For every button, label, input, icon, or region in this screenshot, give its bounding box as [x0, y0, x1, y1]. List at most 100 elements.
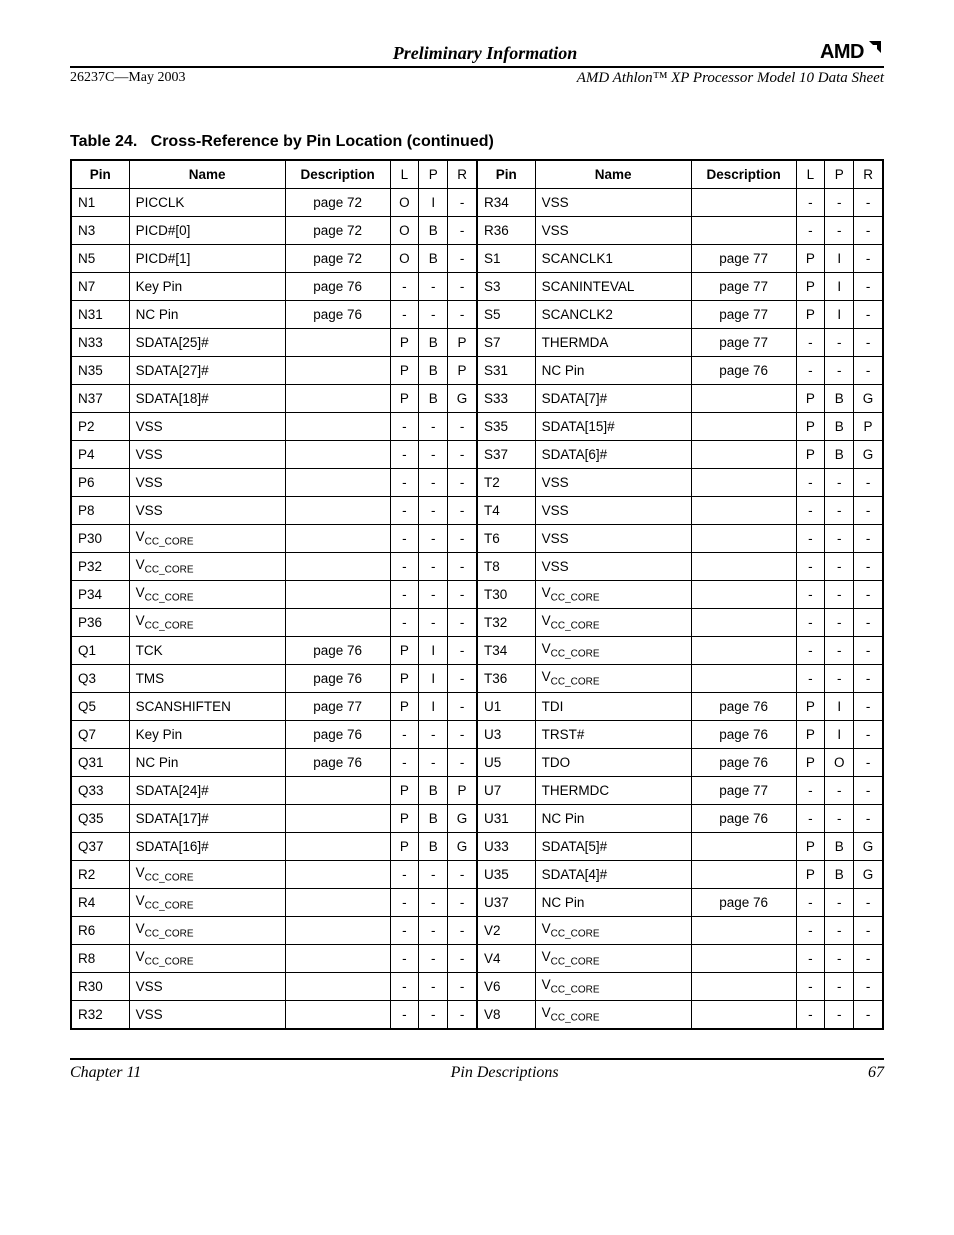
cell-pin: P2 — [72, 413, 130, 441]
cell-l: - — [796, 777, 825, 805]
cell-r: - — [448, 665, 477, 693]
cell-pin: U7 — [478, 777, 536, 805]
cell-p: - — [825, 973, 854, 1001]
cell-desc — [691, 945, 796, 973]
cell-r: - — [448, 301, 477, 329]
table-row: S5SCANCLK2page 77PI- — [478, 301, 883, 329]
cell-r: G — [854, 441, 883, 469]
cell-l: P — [390, 637, 419, 665]
cell-p: - — [825, 917, 854, 945]
cell-p: - — [825, 805, 854, 833]
cell-p: - — [825, 889, 854, 917]
table-row: V6VCC_CORE--- — [478, 973, 883, 1001]
table-row: R6VCC_CORE--- — [72, 917, 477, 945]
cell-desc — [691, 385, 796, 413]
cell-pin: U1 — [478, 693, 536, 721]
cell-r: - — [854, 805, 883, 833]
cell-name: VSS — [535, 497, 691, 525]
table-row: N37SDATA[18]#PBG — [72, 385, 477, 413]
cell-name: PICCLK — [129, 189, 285, 217]
cell-l: P — [796, 861, 825, 889]
cell-name: TDI — [535, 693, 691, 721]
cell-p: - — [419, 553, 448, 581]
cell-p: B — [419, 385, 448, 413]
table-row: Q31NC Pinpage 76--- — [72, 749, 477, 777]
cell-desc — [691, 1001, 796, 1029]
cell-l: - — [390, 413, 419, 441]
cell-desc — [691, 637, 796, 665]
cell-p: I — [419, 637, 448, 665]
cell-pin: Q7 — [72, 721, 130, 749]
table-row: T2VSS--- — [478, 469, 883, 497]
cell-pin: S3 — [478, 273, 536, 301]
cell-p: B — [825, 413, 854, 441]
table-row: P36VCC_CORE--- — [72, 609, 477, 637]
cell-name: VSS — [535, 553, 691, 581]
cell-name: TDO — [535, 749, 691, 777]
table-row: R8VCC_CORE--- — [72, 945, 477, 973]
cell-l: O — [390, 189, 419, 217]
table-row: P30VCC_CORE--- — [72, 525, 477, 553]
cell-pin: R30 — [72, 973, 130, 1001]
cell-l: P — [796, 833, 825, 861]
cell-name: NC Pin — [535, 889, 691, 917]
cell-r: - — [448, 861, 477, 889]
table-row: N31NC Pinpage 76--- — [72, 301, 477, 329]
footer-page: 67 — [868, 1064, 884, 1082]
cell-desc: page 77 — [285, 693, 390, 721]
cell-pin: R4 — [72, 889, 130, 917]
cell-desc: page 72 — [285, 217, 390, 245]
cell-r: - — [448, 693, 477, 721]
cell-p: B — [419, 217, 448, 245]
cell-desc — [691, 861, 796, 889]
cell-p: I — [419, 189, 448, 217]
cell-p: I — [825, 301, 854, 329]
cell-r: G — [448, 805, 477, 833]
th-pin: Pin — [478, 161, 536, 189]
cell-r: - — [448, 469, 477, 497]
cell-desc — [285, 385, 390, 413]
cell-desc — [285, 917, 390, 945]
cell-p: B — [419, 357, 448, 385]
cell-p: O — [825, 749, 854, 777]
cell-r: - — [854, 749, 883, 777]
th-desc: Description — [285, 161, 390, 189]
cell-desc: page 77 — [691, 329, 796, 357]
table-row: S31NC Pinpage 76--- — [478, 357, 883, 385]
cell-p: - — [419, 301, 448, 329]
cell-pin: P30 — [72, 525, 130, 553]
cell-desc: page 76 — [691, 749, 796, 777]
cell-desc: page 72 — [285, 189, 390, 217]
table-header-row: Pin Name Description L P R — [72, 161, 477, 189]
cell-r: - — [854, 469, 883, 497]
table-row: S37SDATA[6]#PBG — [478, 441, 883, 469]
cell-p: I — [419, 693, 448, 721]
cell-name: NC Pin — [129, 301, 285, 329]
th-p: P — [825, 161, 854, 189]
cell-r: G — [448, 385, 477, 413]
cell-pin: T30 — [478, 581, 536, 609]
cell-l: P — [796, 693, 825, 721]
cell-r: - — [448, 245, 477, 273]
cell-r: - — [854, 973, 883, 1001]
cell-desc: page 77 — [691, 245, 796, 273]
cell-l: - — [796, 581, 825, 609]
cell-pin: P4 — [72, 441, 130, 469]
table-row: V4VCC_CORE--- — [478, 945, 883, 973]
cell-name: VCC_CORE — [535, 581, 691, 609]
cell-desc — [285, 413, 390, 441]
cell-desc — [691, 469, 796, 497]
table-row: T8VSS--- — [478, 553, 883, 581]
cell-pin: Q37 — [72, 833, 130, 861]
cell-p: - — [825, 609, 854, 637]
cell-pin: R8 — [72, 945, 130, 973]
cell-desc — [285, 973, 390, 1001]
cell-name: NC Pin — [535, 357, 691, 385]
cell-p: - — [419, 273, 448, 301]
cell-l: - — [796, 329, 825, 357]
cell-desc — [691, 189, 796, 217]
cell-l: P — [796, 749, 825, 777]
cell-p: B — [825, 833, 854, 861]
table-row: V8VCC_CORE--- — [478, 1001, 883, 1029]
cell-p: - — [825, 945, 854, 973]
